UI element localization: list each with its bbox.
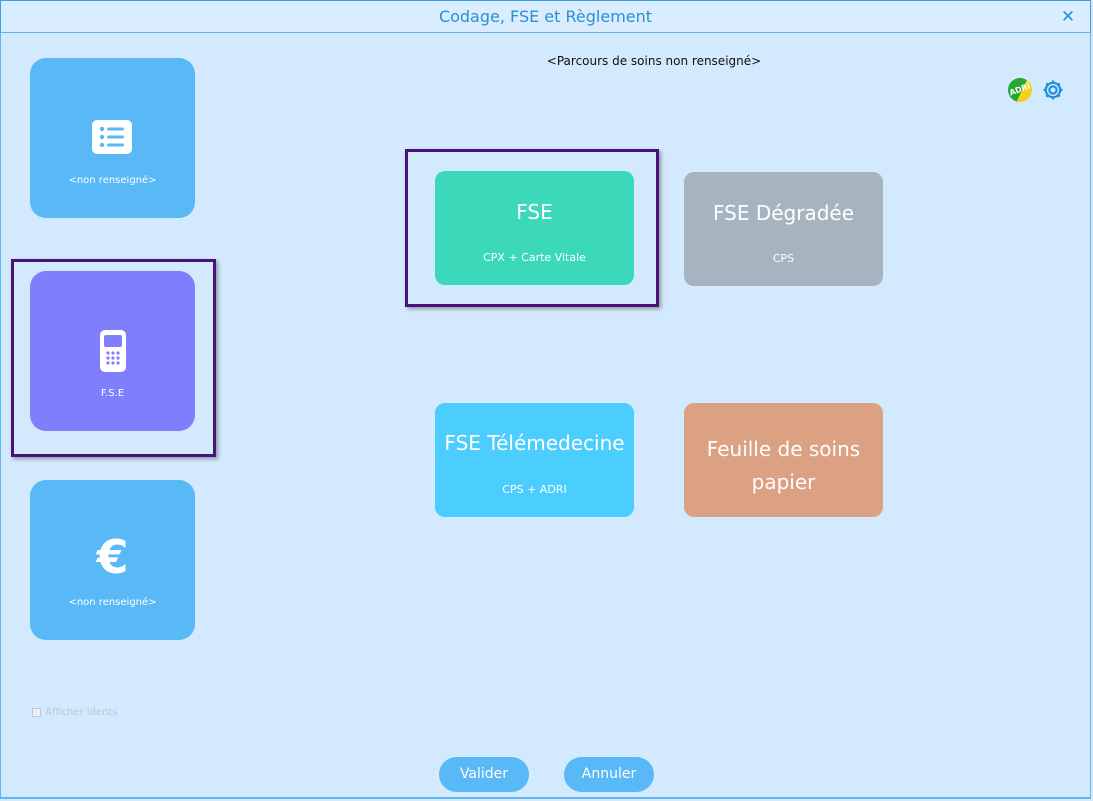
adri-icon[interactable]: ADRi [1004,74,1036,106]
option-fse[interactable]: FSE CPX + Carte Vitale [435,171,634,285]
valider-button[interactable]: Valider [439,757,529,792]
close-icon: ✕ [1060,7,1076,27]
title-bar: Codage, FSE et Règlement ✕ [0,0,1091,33]
annuler-button[interactable]: Annuler [564,757,654,792]
option-subtitle: CPS + ADRI [502,483,567,496]
option-fse-telemedecine[interactable]: FSE Télémedecine CPS + ADRI [435,403,634,517]
option-subtitle: CPX + Carte Vitale [483,251,586,264]
option-title: Feuille de soins papier [706,437,861,494]
sidebar-tile-reglement[interactable]: € <non renseigné> [30,480,195,640]
parcours-link[interactable]: <Parcours de soins non renseigné> [450,54,858,68]
sidebar-tile-fse[interactable]: F.S.E [30,271,195,431]
option-title: FSE Dégradée [712,201,855,225]
checkbox-box[interactable] [32,708,41,717]
list-icon [92,120,132,154]
option-feuille-papier[interactable]: Feuille de soins papier [684,403,883,517]
sidebar-tile-label: <non renseigné> [68,597,157,608]
gear-icon[interactable] [1041,78,1065,102]
card-reader-icon [100,330,126,372]
option-title: FSE [516,200,553,224]
close-button[interactable]: ✕ [1058,6,1078,28]
afficher-idents-checkbox[interactable]: Afficher idents [32,707,118,719]
checkbox-label: Afficher idents [45,707,118,718]
sidebar-tile-label: <non renseigné> [68,175,157,186]
option-fse-degradee[interactable]: FSE Dégradée CPS [684,172,883,286]
window-title: Codage, FSE et Règlement [438,7,653,26]
sidebar-tile-label: F.S.E [100,388,125,399]
sidebar-tile-codage[interactable]: <non renseigné> [30,58,195,218]
option-title: FSE Télémedecine [444,431,625,455]
option-subtitle: CPS [772,252,795,265]
euro-icon: € [96,530,129,584]
